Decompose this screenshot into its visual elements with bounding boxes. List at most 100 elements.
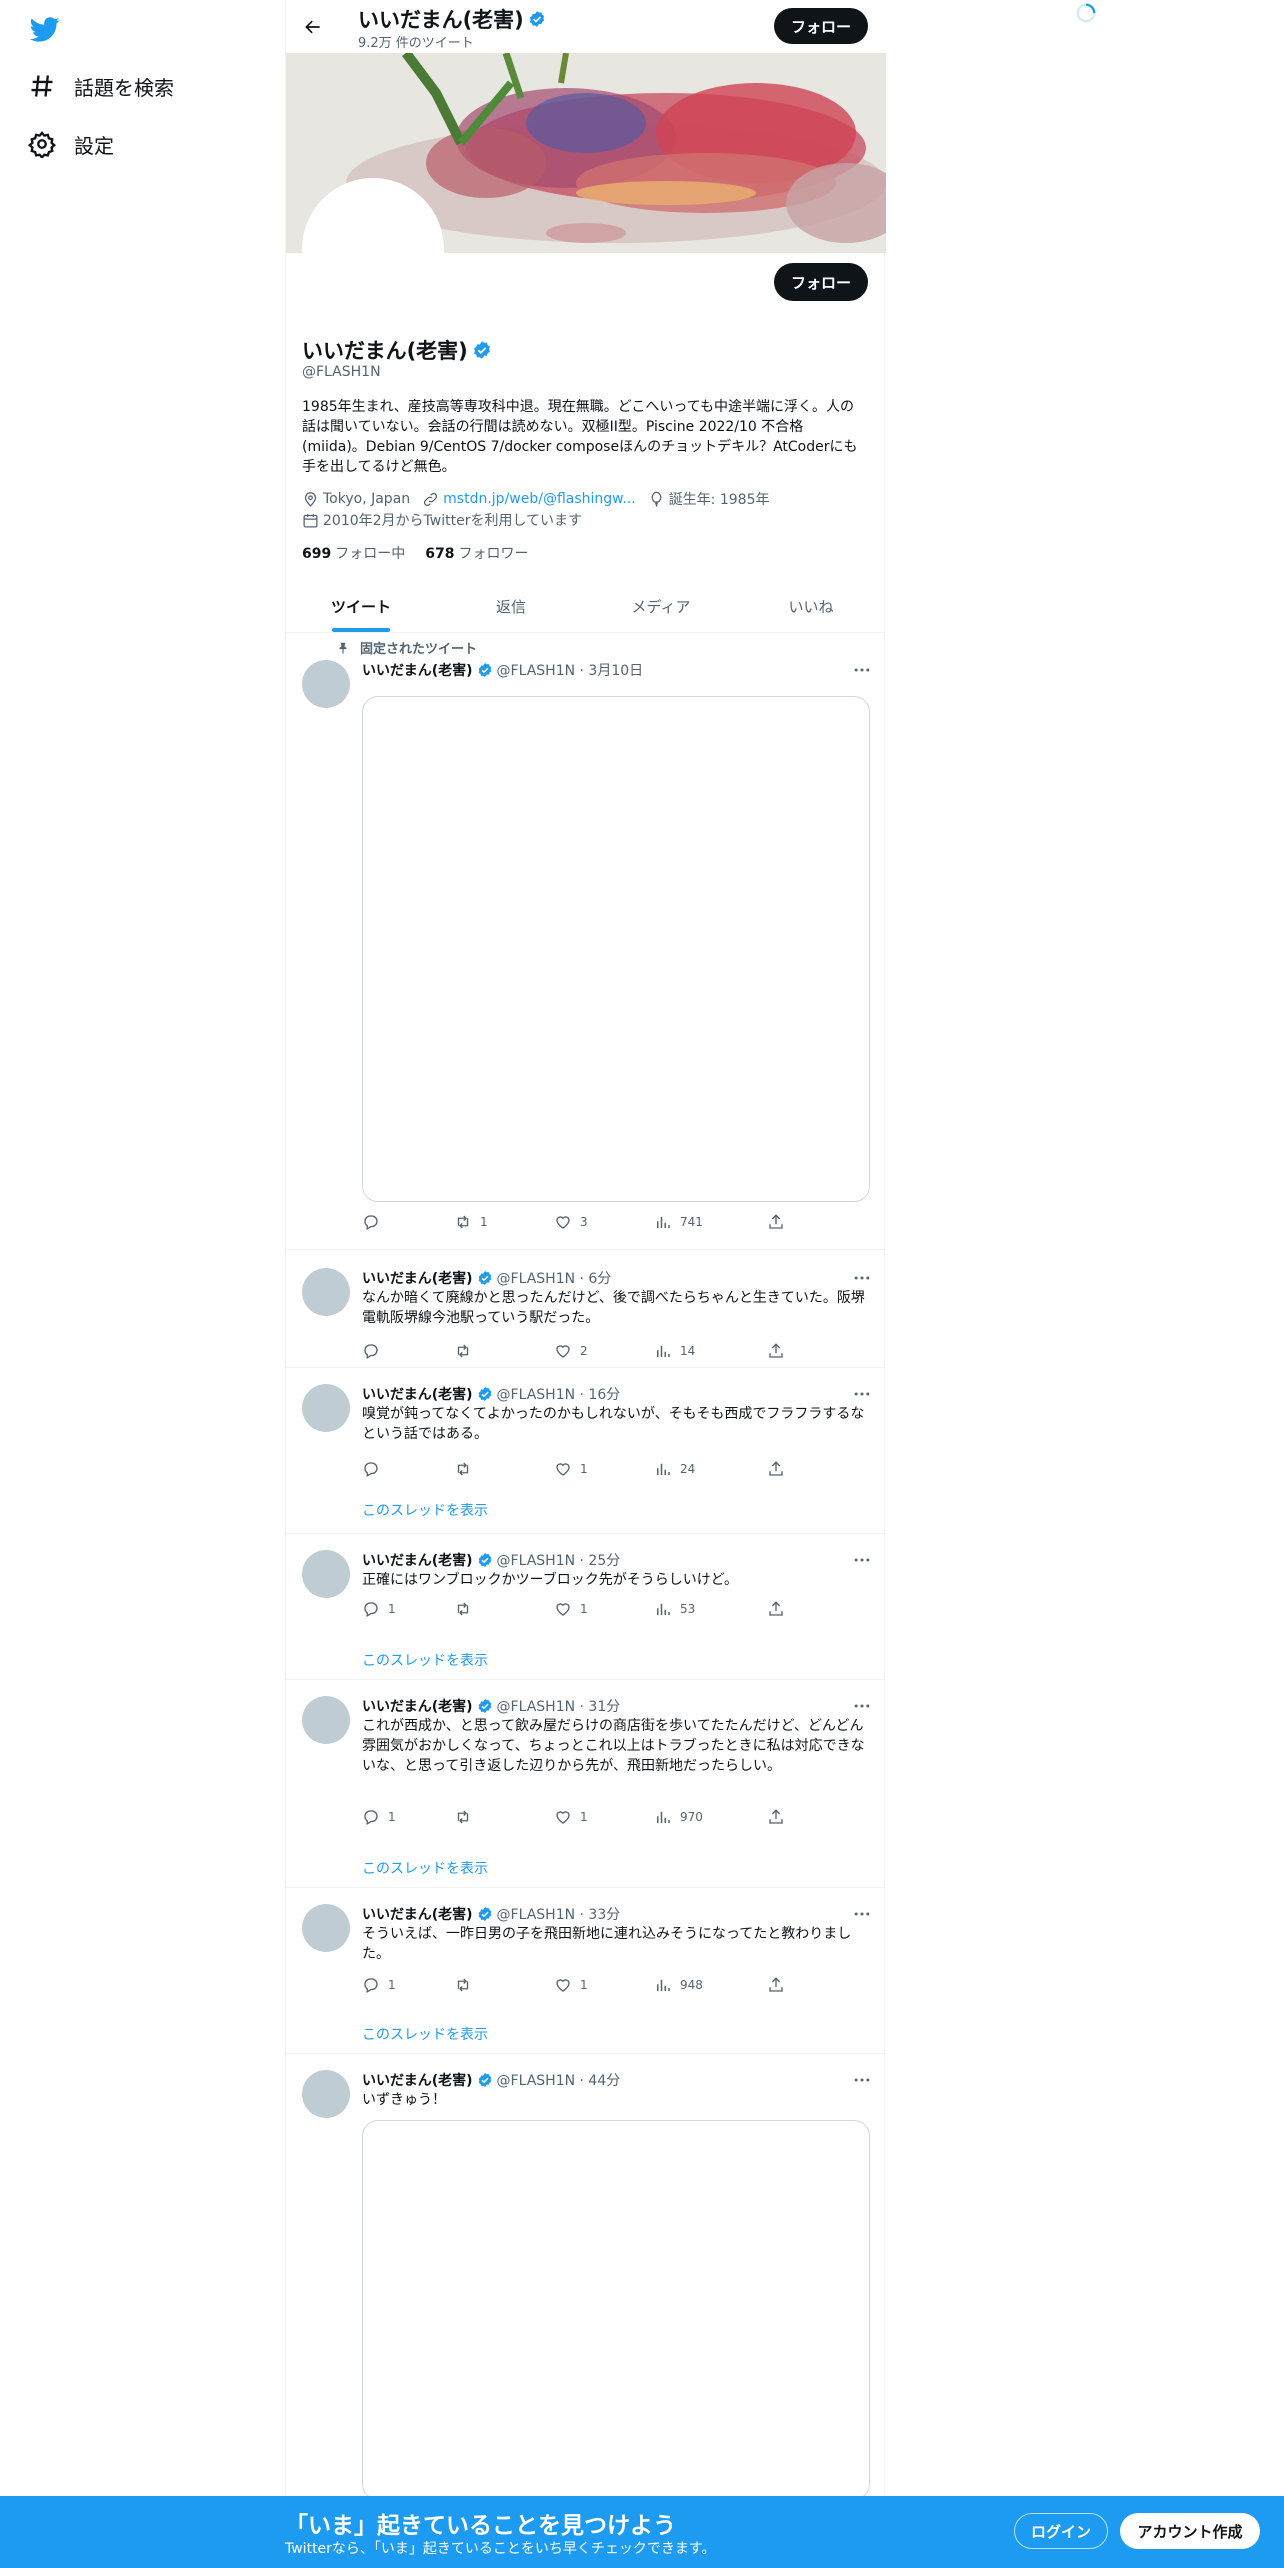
like-button[interactable]: 3: [554, 1213, 588, 1231]
tab-replies[interactable]: 返信: [436, 580, 586, 632]
tweet[interactable]: いいだまん(老害) @FLASH1N · 31分 これが西成か、と思って飲み屋だ…: [286, 1680, 886, 1888]
view-count: 14: [680, 1344, 696, 1358]
following-link[interactable]: 699 フォロー中: [302, 543, 405, 563]
tweet-author-name[interactable]: いいだまん(老害): [362, 1384, 473, 1404]
tweet[interactable]: いいだまん(老害) @FLASH1N · 16分 嗅覚が鈍ってなくてよかったのか…: [286, 1368, 886, 1534]
tweet-author-name[interactable]: いいだまん(老害): [362, 1696, 473, 1716]
header-follow-button[interactable]: フォロー: [774, 8, 868, 44]
view-count: 741: [680, 1215, 703, 1229]
tweet-author-name[interactable]: いいだまん(老害): [362, 1904, 473, 1924]
profile-link[interactable]: mstdn.jp/web/@flashingw...: [422, 491, 636, 508]
profile-name: いいだまん(老害): [302, 335, 492, 365]
tweet-media[interactable]: [362, 696, 870, 1202]
show-thread-link[interactable]: このスレッドを表示: [362, 1650, 488, 1670]
retweet-icon: [454, 1976, 480, 1994]
tweet[interactable]: いいだまん(老害) @FLASH1N · 44分 いずきゅう！: [286, 2054, 886, 2500]
reply-button[interactable]: 1: [362, 1808, 396, 1826]
tab-media[interactable]: メディア: [586, 580, 736, 632]
tweet-text: そういえば、一昨日男の子を飛田新地に連れ込みそうになってたと教わりました。: [362, 1926, 852, 1962]
tweet-author-name[interactable]: いいだまん(老害): [362, 1268, 473, 1288]
profile-follow-counts: 699 フォロー中 678 フォロワー: [302, 543, 548, 563]
reply-button[interactable]: [362, 1342, 388, 1360]
twitter-logo-icon[interactable]: [28, 14, 64, 44]
share-button[interactable]: [767, 1976, 793, 1994]
views-button[interactable]: 948: [654, 1976, 703, 1994]
reply-button[interactable]: [362, 1460, 388, 1478]
tweet-avatar[interactable]: [302, 2070, 350, 2118]
more-options-icon[interactable]: [852, 1384, 872, 1404]
retweet-button[interactable]: [454, 1342, 480, 1360]
show-thread-link[interactable]: このスレッドを表示: [362, 1858, 488, 1878]
views-button[interactable]: 970: [654, 1808, 703, 1826]
more-options-icon[interactable]: [852, 2070, 872, 2090]
followers-link[interactable]: 678 フォロワー: [425, 543, 528, 563]
more-options-icon[interactable]: [852, 1268, 872, 1288]
more-options-icon[interactable]: [852, 1550, 872, 1570]
reply-icon: [362, 1808, 388, 1826]
share-icon: [767, 1976, 793, 1994]
signup-button[interactable]: アカウント作成: [1120, 2513, 1260, 2549]
retweet-button[interactable]: 1: [454, 1213, 488, 1231]
tweet-avatar[interactable]: [302, 1384, 350, 1432]
profile-avatar[interactable]: [302, 178, 444, 320]
views-button[interactable]: 24: [654, 1460, 695, 1478]
share-button[interactable]: [767, 1460, 793, 1478]
like-button[interactable]: 1: [554, 1460, 588, 1478]
views-button[interactable]: 14: [654, 1342, 695, 1360]
views-button[interactable]: 53: [654, 1600, 695, 1618]
share-button[interactable]: [767, 1600, 793, 1618]
tweet[interactable]: いいだまん(老害) @FLASH1N · 6分 なんか暗くて廃線かと思ったんだけ…: [286, 1250, 886, 1368]
like-button[interactable]: 2: [554, 1342, 588, 1360]
profile-link-text[interactable]: mstdn.jp/web/@flashingw...: [443, 491, 636, 507]
more-options-icon[interactable]: [852, 1904, 872, 1924]
share-button[interactable]: [767, 1342, 793, 1360]
tweet[interactable]: いいだまん(老害) @FLASH1N · 33分 そういえば、一昨日男の子を飛田…: [286, 1888, 886, 2054]
tweet-header: いいだまん(老害) @FLASH1N · 25分: [362, 1550, 620, 1570]
tweet[interactable]: いいだまん(老害) @FLASH1N · 25分 正確にはワンブロックかツーブロ…: [286, 1534, 886, 1680]
tweet-author-name[interactable]: いいだまん(老害): [362, 660, 473, 680]
like-button[interactable]: 1: [554, 1976, 588, 1994]
retweet-button[interactable]: [454, 1808, 480, 1826]
show-thread-link[interactable]: このスレッドを表示: [362, 2024, 488, 2044]
reply-button[interactable]: [362, 1213, 388, 1231]
verified-badge-icon: [478, 1553, 491, 1567]
nav-explore[interactable]: 話題を検索: [28, 64, 174, 108]
profile-tabs: ツイート 返信 メディア いいね: [286, 580, 886, 633]
tweet-author-name[interactable]: いいだまん(老害): [362, 2070, 473, 2090]
like-button[interactable]: 1: [554, 1808, 588, 1826]
tweet-header: いいだまん(老害) @FLASH1N · 31分: [362, 1696, 620, 1716]
share-button[interactable]: [767, 1808, 793, 1826]
more-options-icon[interactable]: [852, 1696, 872, 1716]
retweet-icon: [454, 1460, 480, 1478]
hashtag-icon: [28, 72, 56, 100]
like-button[interactable]: 1: [554, 1600, 588, 1618]
retweet-button[interactable]: [454, 1600, 480, 1618]
retweet-button[interactable]: [454, 1976, 480, 1994]
tweet[interactable]: いいだまん(老害) @FLASH1N · 3月10日 1 3 741: [286, 640, 886, 1250]
login-button[interactable]: ログイン: [1014, 2513, 1108, 2549]
reply-button[interactable]: 1: [362, 1600, 396, 1618]
show-thread-link[interactable]: このスレッドを表示: [362, 1500, 488, 1520]
tweet-avatar[interactable]: [302, 660, 350, 708]
tweet-avatar[interactable]: [302, 1904, 350, 1952]
tweet-avatar[interactable]: [302, 1268, 350, 1316]
retweet-button[interactable]: [454, 1460, 480, 1478]
balloon-icon: [651, 491, 662, 507]
more-options-icon[interactable]: [852, 660, 872, 680]
tweet-author-name[interactable]: いいだまん(老害): [362, 1550, 473, 1570]
tweet-avatar[interactable]: [302, 1550, 350, 1598]
tweet-media[interactable]: [362, 2120, 870, 2500]
view-count: 24: [680, 1462, 696, 1476]
nav-settings[interactable]: 設定: [28, 122, 114, 166]
reply-button[interactable]: 1: [362, 1976, 396, 1994]
share-button[interactable]: [767, 1213, 793, 1231]
tab-tweets[interactable]: ツイート: [286, 580, 436, 632]
back-button[interactable]: [298, 12, 328, 42]
profile-location-text: Tokyo, Japan: [323, 491, 411, 507]
views-button[interactable]: 741: [654, 1213, 703, 1231]
profile-name-text: いいだまん(老害): [302, 339, 468, 363]
followers-label: フォロワー: [458, 546, 529, 562]
profile-follow-button[interactable]: フォロー: [774, 263, 868, 301]
tweet-avatar[interactable]: [302, 1696, 350, 1744]
tab-likes[interactable]: いいね: [736, 580, 886, 632]
